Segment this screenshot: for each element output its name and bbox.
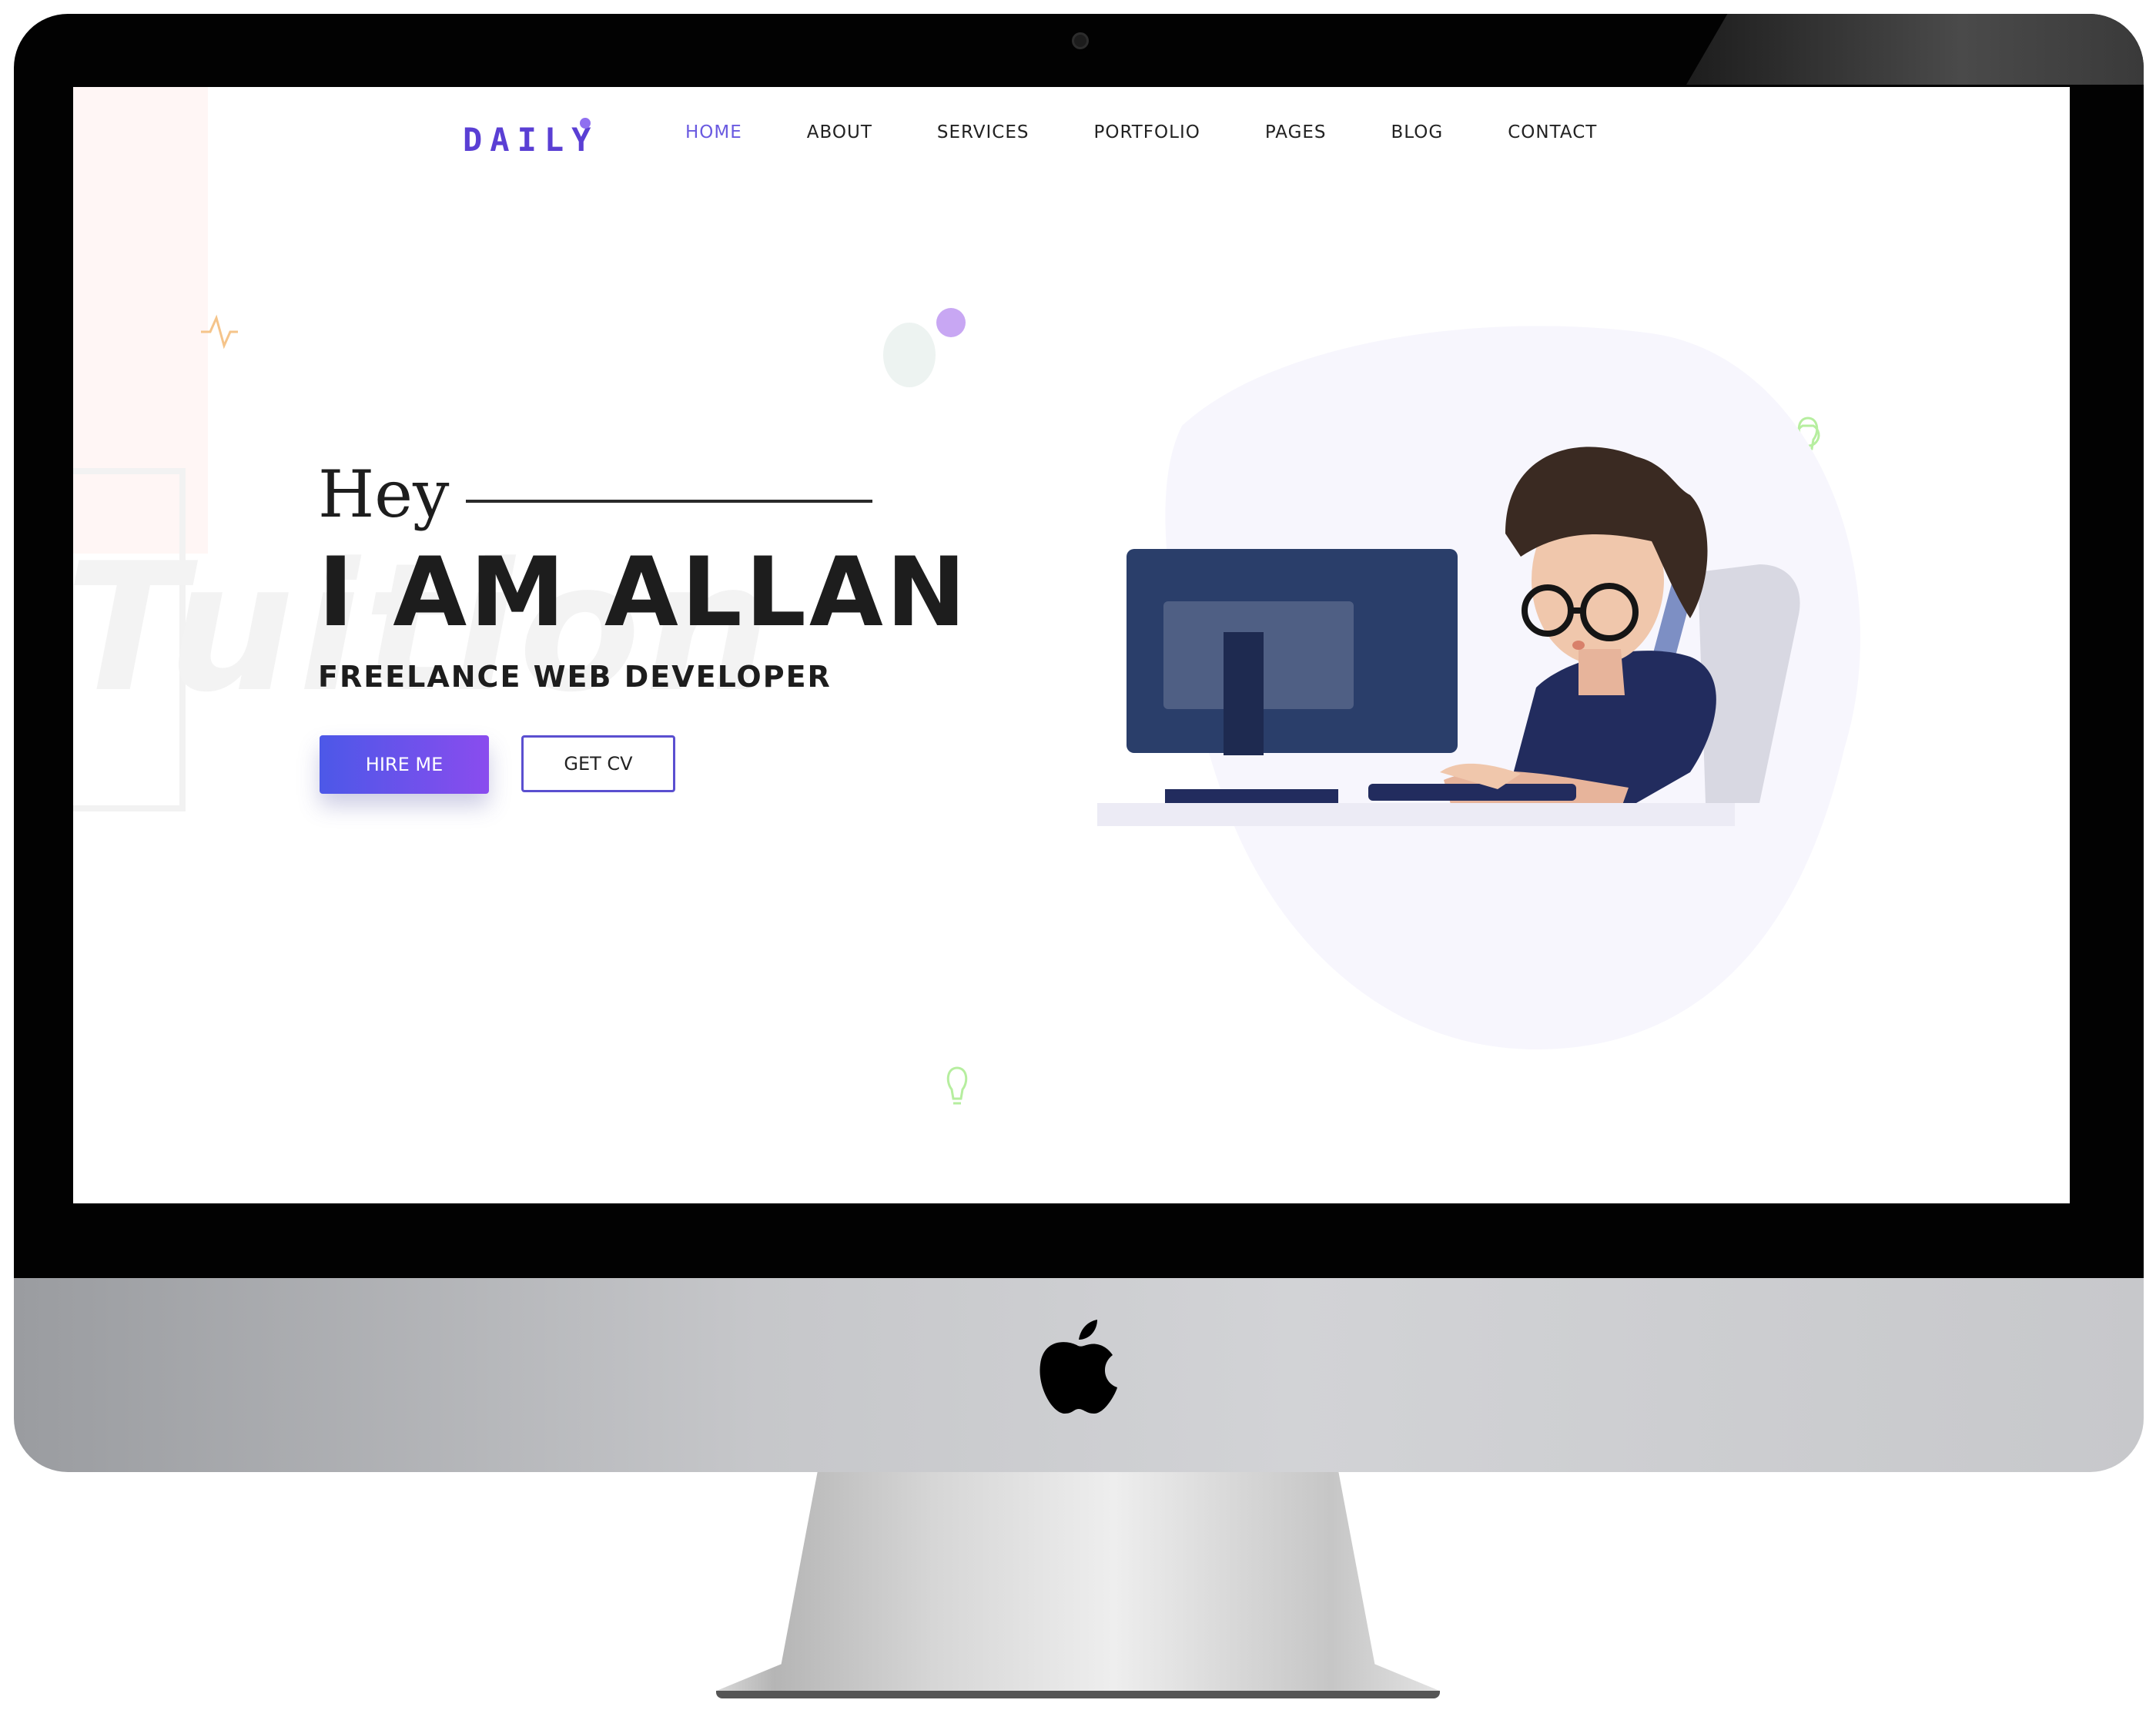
nav-about[interactable]: ABOUT xyxy=(807,122,872,142)
monitor-stand xyxy=(716,1472,1440,1692)
stand-base xyxy=(716,1691,1440,1698)
get-cv-button[interactable]: GET CV xyxy=(521,735,675,792)
nav-contact[interactable]: CONTACT xyxy=(1508,122,1597,142)
pulse-icon xyxy=(201,314,238,350)
monitor-stand-foot xyxy=(1165,789,1338,803)
lightbulb-icon xyxy=(946,1066,968,1105)
greeting-underline xyxy=(466,500,872,503)
bezel-glare xyxy=(1686,14,2144,85)
mint-circle xyxy=(883,323,936,387)
logo-dot xyxy=(580,118,591,129)
purple-dot xyxy=(936,308,966,337)
camera xyxy=(1072,32,1089,49)
website-screen: Tuition DAILY HOME ABOUT SERVICES PORTFO… xyxy=(73,87,2070,1203)
hero-name: I AM ALLAN xyxy=(318,537,969,648)
nav-services[interactable]: SERVICES xyxy=(937,122,1029,142)
desk xyxy=(1097,803,1735,826)
nav-pages[interactable]: PAGES xyxy=(1265,122,1327,142)
nav-blog[interactable]: BLOG xyxy=(1391,122,1444,142)
apple-logo-icon xyxy=(1040,1320,1117,1414)
monitor-stand-neck xyxy=(1224,632,1264,755)
nav-home[interactable]: HOME xyxy=(685,122,742,142)
blush xyxy=(1572,641,1585,650)
nav-portfolio[interactable]: PORTFOLIO xyxy=(1093,122,1200,142)
main-nav: HOME ABOUT SERVICES PORTFOLIO PAGES BLOG… xyxy=(685,122,1662,142)
site-logo[interactable]: DAILY xyxy=(463,121,598,159)
hire-me-button[interactable]: HIRE ME xyxy=(320,735,489,794)
hero-role: FREELANCE WEB DEVELOPER xyxy=(318,660,832,694)
keyboard xyxy=(1368,784,1576,801)
hero-greeting: Hey xyxy=(318,457,450,532)
character-neck xyxy=(1578,649,1625,695)
